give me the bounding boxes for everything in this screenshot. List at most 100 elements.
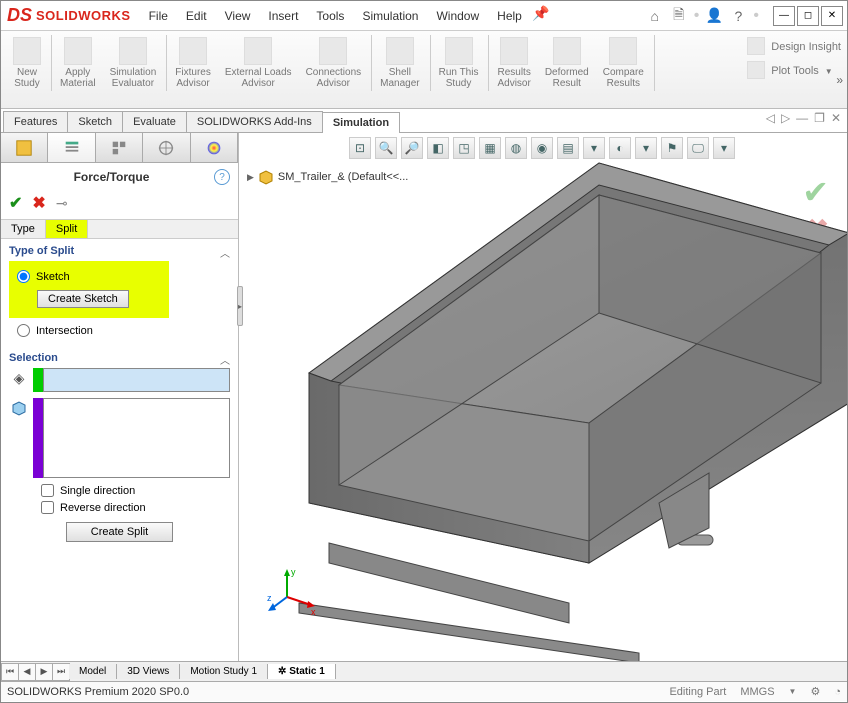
create-sketch-button[interactable]: Create Sketch [37, 290, 129, 308]
menu-view[interactable]: View [217, 5, 259, 27]
panel-splitter[interactable]: ▸ [237, 286, 243, 326]
close-button[interactable]: ✕ [821, 6, 843, 26]
create-split-button[interactable]: Create Split [66, 522, 173, 542]
check-single-direction[interactable]: Single direction [41, 484, 230, 497]
ribbon-fixtures-advisor[interactable]: FixturesAdvisor [169, 35, 217, 91]
status-rebuild-icon[interactable]: ◔ [834, 686, 841, 698]
panel-tab-configuration[interactable] [96, 133, 143, 162]
check-reverse-direction-input[interactable] [41, 501, 54, 514]
radio-intersection[interactable]: Intersection [17, 324, 230, 337]
menu-simulation[interactable]: Simulation [354, 5, 426, 27]
app-logo: DS SOLIDWORKS [7, 5, 131, 26]
sketch-highlight: Sketch Create Sketch [9, 261, 169, 318]
bt-next-icon[interactable]: ▶ [35, 663, 53, 681]
collapse-icon-2[interactable]: ︿ [220, 352, 230, 367]
tab-simulation[interactable]: Simulation [322, 112, 400, 133]
bt-first-icon[interactable]: ⏮ [1, 663, 19, 681]
ribbon-external-loads[interactable]: External LoadsAdvisor [219, 35, 298, 91]
body-selection-box[interactable] [43, 398, 230, 478]
model-render [239, 133, 847, 661]
status-units-caret-icon[interactable]: ▼ [789, 687, 797, 696]
type-of-split-section: Type of Split ︿ Sketch Create Sketch Int… [1, 239, 238, 346]
ribbon-design-insight[interactable]: Design Insight [747, 37, 841, 57]
bt-tab-3dviews[interactable]: 3D Views [117, 664, 180, 679]
user-icon[interactable]: 👤 [705, 7, 723, 25]
graphics-viewport[interactable]: ⊡ 🔍 🔎 ◧ ◳ ▦ ◍ ◉ ▤ ▾ ◐ ▾ ⚑ 🖵 ▾ ▶ SM_Trail… [239, 133, 847, 661]
radio-sketch-input[interactable] [17, 270, 30, 283]
panel-tab-dimxpert[interactable] [143, 133, 190, 162]
tab-features[interactable]: Features [3, 111, 68, 132]
menu-window[interactable]: Window [428, 5, 487, 27]
check-reverse-direction[interactable]: Reverse direction [41, 501, 230, 514]
bt-prev-icon[interactable]: ◀ [18, 663, 36, 681]
radio-intersection-label: Intersection [36, 325, 93, 337]
ribbon-apply-material[interactable]: ApplyMaterial [54, 35, 102, 91]
main-menu: File Edit View Insert Tools Simulation W… [141, 5, 550, 27]
bt-tab-model[interactable]: Model [69, 664, 117, 679]
menu-tools[interactable]: Tools [308, 5, 352, 27]
svg-text:y: y [291, 567, 296, 577]
status-version: SOLIDWORKS Premium 2020 SP0.0 [7, 686, 189, 698]
command-tabs: Features Sketch Evaluate SOLIDWORKS Add-… [1, 109, 847, 133]
radio-sketch[interactable]: Sketch [17, 270, 161, 283]
panel-tab-strip [1, 133, 238, 163]
menu-help[interactable]: Help [489, 5, 530, 27]
app-name: SOLIDWORKS [36, 8, 131, 23]
svg-text:x: x [311, 607, 316, 617]
tab-minimize-icon[interactable]: — [796, 111, 808, 125]
subtab-split[interactable]: Split [46, 220, 88, 238]
pin-icon[interactable]: 📌 [532, 5, 550, 23]
status-units[interactable]: MMGS [740, 686, 774, 698]
panel-tab-property-manager[interactable] [48, 133, 95, 162]
document-icon[interactable]: 🗎 [670, 7, 688, 25]
subtab-type[interactable]: Type [1, 220, 46, 238]
tab-nav-prev-icon[interactable]: ◁ [766, 111, 775, 125]
ribbon-simulation-evaluator[interactable]: SimulationEvaluator [104, 35, 168, 91]
menu-edit[interactable]: Edit [178, 5, 215, 27]
panel-tab-appearance[interactable] [191, 133, 238, 162]
title-right-icons: ⌂ 🗎 • 👤 ? • — ◻ ✕ [646, 6, 843, 26]
ok-button[interactable]: ✔ [9, 193, 22, 213]
ribbon-run-study[interactable]: Run ThisStudy [433, 35, 490, 91]
svg-text:z: z [267, 593, 272, 603]
maximize-button[interactable]: ◻ [797, 6, 819, 26]
tab-sketch[interactable]: Sketch [67, 111, 123, 132]
panel-title: Force/Torque [9, 170, 214, 184]
tab-restore-icon[interactable]: ❐ [814, 111, 825, 125]
home-icon[interactable]: ⌂ [646, 7, 664, 25]
menu-file[interactable]: File [141, 5, 176, 27]
panel-tab-feature-tree[interactable] [1, 133, 48, 162]
bottom-tab-strip: ⏮ ◀ ▶ ⏭ Model 3D Views Motion Study 1 ✲ … [1, 661, 847, 681]
status-configure-icon[interactable]: ⚙ [810, 685, 820, 698]
panel-actions: ✔ ✖ ⊸ [1, 191, 238, 219]
type-of-split-header: Type of Split [9, 245, 230, 257]
tab-close-icon[interactable]: ✕ [831, 111, 841, 125]
help-icon[interactable]: ? [729, 7, 747, 25]
tab-nav-next-icon[interactable]: ▷ [781, 111, 790, 125]
panel-header: Force/Torque ? [1, 163, 238, 191]
panel-help-icon[interactable]: ? [214, 169, 230, 185]
pushpin-icon[interactable]: ⊸ [56, 195, 68, 212]
ribbon-deformed-result[interactable]: DeformedResult [539, 35, 595, 91]
ribbon-overflow-icon[interactable]: » [836, 73, 843, 87]
bt-tab-motion[interactable]: Motion Study 1 [180, 664, 268, 679]
ribbon-compare-results[interactable]: CompareResults [597, 35, 655, 91]
tab-addins[interactable]: SOLIDWORKS Add-Ins [186, 111, 323, 132]
minimize-button[interactable]: — [773, 6, 795, 26]
bt-last-icon[interactable]: ⏭ [52, 663, 70, 681]
orientation-triad[interactable]: y x z [267, 567, 317, 617]
ribbon-new-study[interactable]: NewStudy [7, 35, 52, 91]
radio-intersection-input[interactable] [17, 324, 30, 337]
ribbon-connections[interactable]: ConnectionsAdvisor [300, 35, 373, 91]
bt-tab-static[interactable]: ✲ Static 1 [268, 664, 336, 679]
menu-insert[interactable]: Insert [260, 5, 306, 27]
status-mode: Editing Part [669, 686, 726, 698]
check-single-direction-input[interactable] [41, 484, 54, 497]
ribbon-plot-tools[interactable]: Plot Tools▼ [747, 61, 841, 81]
tab-evaluate[interactable]: Evaluate [122, 111, 187, 132]
ribbon-results-advisor[interactable]: ResultsAdvisor [491, 35, 536, 91]
ribbon-shell-manager[interactable]: ShellManager [374, 35, 430, 91]
collapse-icon[interactable]: ︿ [220, 245, 230, 260]
face-selection-box[interactable] [43, 368, 230, 392]
cancel-button[interactable]: ✖ [32, 193, 45, 213]
